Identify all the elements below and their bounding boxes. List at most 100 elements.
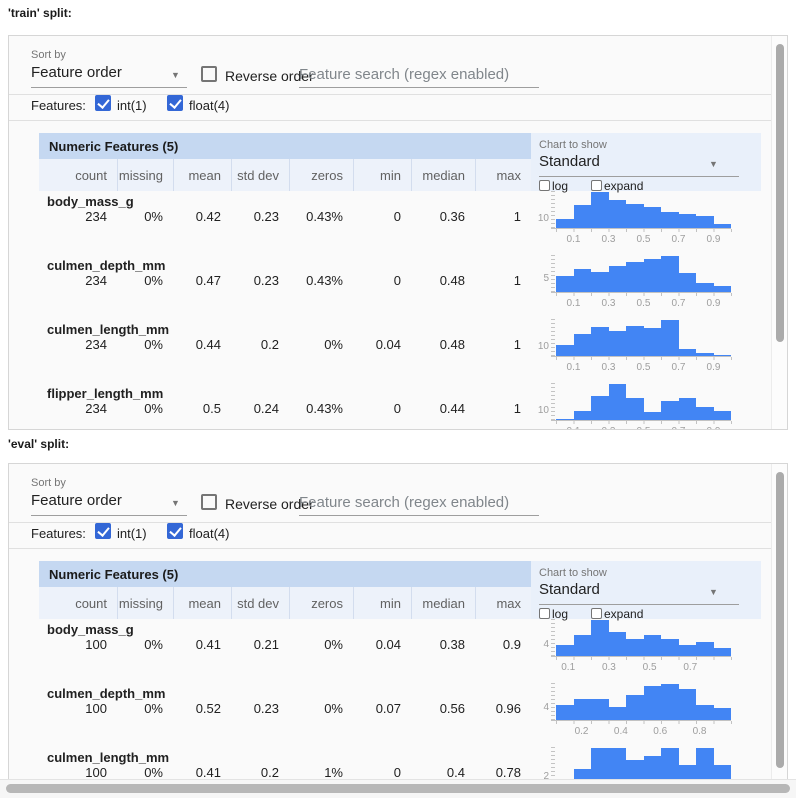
panel-scrollbar-thumb[interactable] (776, 44, 784, 342)
log-checkbox[interactable] (539, 180, 550, 191)
float-filter-checkbox[interactable] (167, 95, 183, 111)
hist-y-axis-ticks (551, 255, 555, 293)
float-filter-label: float(4) (189, 526, 229, 541)
feature-row-culmen_depth_mm: culmen_depth_mm1000%0.520.230%0.070.560.… (39, 683, 531, 747)
column-header-median: median (411, 587, 475, 619)
feature-search-input[interactable] (299, 494, 539, 516)
stat-zeros: 0% (289, 337, 353, 352)
column-header-zeros: zeros (289, 159, 353, 191)
stat-missing: 0% (117, 765, 173, 780)
stat-count: 100 (39, 765, 117, 780)
hist-x-label: 0.5 (637, 298, 651, 309)
stat-median: 0.38 (411, 637, 475, 652)
stat-max: 0.96 (475, 701, 531, 716)
sort-by-dropdown[interactable]: Feature order ▼ (31, 492, 187, 514)
feature-search-input[interactable] (299, 66, 539, 88)
hist-bar (696, 407, 714, 421)
horizontal-scrollbar-track[interactable] (0, 779, 796, 798)
divider (9, 120, 787, 121)
feature-row-body_mass_g: body_mass_g1000%0.410.210%0.040.380.9 (39, 619, 531, 683)
numeric-features-header: Numeric Features (5) (39, 561, 531, 587)
hist-x-label: 0.1 (567, 234, 581, 245)
hist-x-axis-ticks (556, 657, 732, 660)
sort-by-dropdown[interactable]: Feature order ▼ (31, 64, 187, 86)
hist-plot-area (556, 747, 731, 780)
histogram-train-flipper_length_mm: 100.10.30.50.70.9 (531, 383, 757, 430)
stat-mean: 0.44 (173, 337, 231, 352)
hist-bar (661, 401, 679, 421)
hist-x-label: 0.3 (602, 234, 616, 245)
int-filter-checkbox[interactable] (95, 523, 111, 539)
feature-name: body_mass_g (47, 622, 134, 637)
stat-count: 100 (39, 701, 117, 716)
reverse-order-checkbox[interactable] (201, 66, 217, 82)
hist-bar (661, 684, 679, 721)
hist-x-label: 0.3 (602, 298, 616, 309)
stat-std-dev: 0.23 (231, 701, 289, 716)
hist-bar (591, 748, 609, 780)
panel-scrollbar-track[interactable] (771, 464, 787, 779)
stat-count: 100 (39, 637, 117, 652)
feature-name: culmen_length_mm (47, 322, 169, 337)
int-filter-label: int(1) (117, 526, 147, 541)
chart-type-dropdown[interactable]: Standard ▼ (539, 153, 739, 171)
hist-y-axis-ticks (551, 683, 555, 721)
chart-type-dropdown[interactable]: Standard ▼ (539, 581, 739, 599)
stat-zeros: 0% (289, 637, 353, 652)
hist-bar (574, 269, 592, 293)
hist-plot-area (556, 319, 731, 357)
expand-checkbox[interactable] (591, 180, 602, 191)
expand-checkbox[interactable] (591, 608, 602, 619)
hist-bar (626, 695, 644, 721)
column-header-max: max (475, 587, 531, 619)
hist-bar (591, 192, 609, 229)
hist-bar (661, 748, 679, 780)
histogram-eval-culmen_length_mm: 20.20.40.6 (531, 747, 757, 780)
sort-by-value: Feature order (31, 64, 122, 81)
hist-x-label: 0.5 (637, 234, 651, 245)
hist-bar (661, 256, 679, 293)
hist-x-label: 0.7 (672, 426, 686, 430)
horizontal-scrollbar-thumb[interactable] (6, 784, 790, 793)
reverse-order-checkbox[interactable] (201, 494, 217, 510)
stat-zeros: 0.43% (289, 273, 353, 288)
feature-stats: 2340%0.420.230.43%00.361 (39, 209, 531, 224)
int-filter-checkbox[interactable] (95, 95, 111, 111)
column-header-count: count (39, 159, 117, 191)
stat-std-dev: 0.21 (231, 637, 289, 652)
feature-stats: 2340%0.440.20%0.040.481 (39, 337, 531, 352)
stat-count: 234 (39, 337, 117, 352)
hist-y-label: 4 (531, 702, 549, 713)
histogram-train-body_mass_g: 100.10.30.50.70.9 (531, 191, 757, 247)
feature-row-culmen_length_mm: culmen_length_mm1000%0.410.21%00.40.78 (39, 747, 531, 780)
hist-bar (591, 272, 609, 293)
numeric-features-header: Numeric Features (5) (39, 133, 531, 159)
hist-x-label: 0.9 (707, 298, 721, 309)
hist-bar (661, 639, 679, 657)
float-filter-checkbox[interactable] (167, 523, 183, 539)
hist-x-axis-ticks (556, 357, 732, 360)
hist-bar (696, 705, 714, 721)
stat-max: 0.9 (475, 637, 531, 652)
panel-scrollbar-thumb[interactable] (776, 472, 784, 768)
column-header-mean: mean (173, 587, 231, 619)
log-checkbox[interactable] (539, 608, 550, 619)
hist-bar (591, 620, 609, 657)
stat-median: 0.4 (411, 765, 475, 780)
divider (9, 94, 787, 95)
feature-stats: 2340%0.50.240.43%00.441 (39, 401, 531, 416)
feature-name: culmen_depth_mm (47, 686, 165, 701)
hist-x-label: 0.3 (602, 426, 616, 430)
stat-mean: 0.41 (173, 637, 231, 652)
hist-y-label: 5 (531, 273, 549, 284)
hist-y-axis-ticks (551, 619, 555, 657)
column-header-min: min (353, 159, 411, 191)
hist-bar (591, 396, 609, 421)
hist-x-axis-ticks (556, 229, 732, 232)
hist-x-label: 0.4 (614, 726, 628, 737)
column-header-median: median (411, 159, 475, 191)
hist-x-label: 0.9 (707, 426, 721, 430)
stat-std-dev: 0.23 (231, 209, 289, 224)
panel-scrollbar-track[interactable] (771, 36, 787, 429)
stat-mean: 0.47 (173, 273, 231, 288)
